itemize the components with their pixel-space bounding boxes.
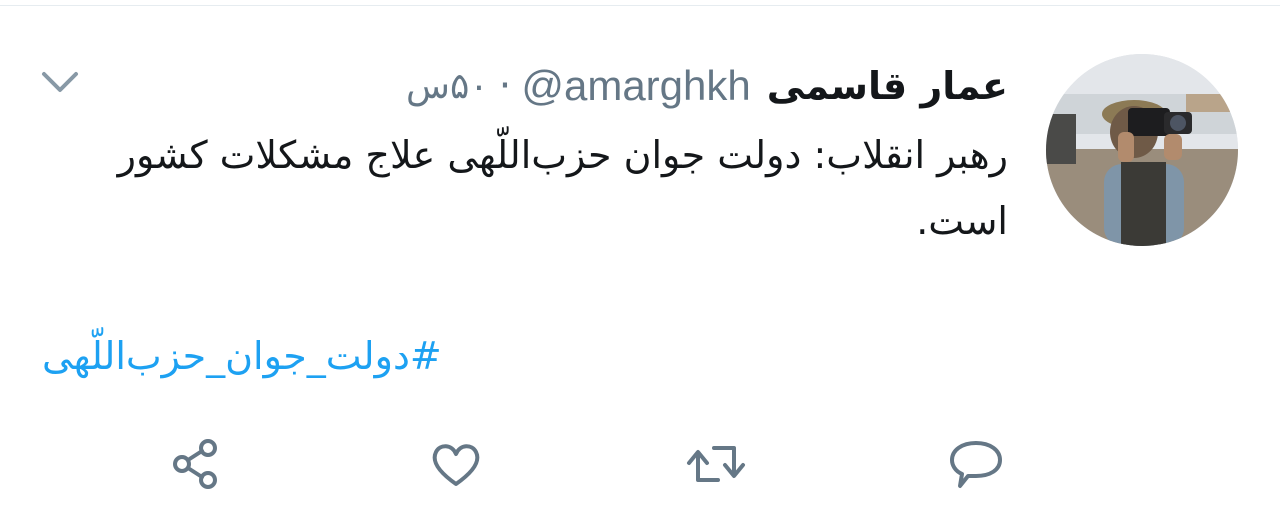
like-button[interactable]	[424, 432, 488, 496]
share-button[interactable]	[164, 432, 228, 496]
tweet-text: رهبر انقلاب: دولت جوان حزب‌اللّهی علاج م…	[117, 133, 1008, 243]
hashtag-link[interactable]: #دولت_جوان_حزب‌اللّهی	[42, 326, 442, 386]
tweet-header: عمار قاسمی @amarghkh · ۵۰س	[406, 58, 1008, 114]
divider	[0, 5, 1280, 6]
chevron-down-icon	[42, 72, 78, 92]
user-handle[interactable]: @amarghkh	[521, 62, 750, 110]
tweet-timestamp[interactable]: ۵۰س	[406, 66, 489, 107]
reply-button[interactable]	[944, 432, 1008, 496]
tweet-menu-button[interactable]	[40, 66, 80, 96]
avatar[interactable]	[1046, 54, 1238, 246]
action-bar	[0, 432, 1280, 496]
retweet-icon	[687, 446, 745, 482]
reply-icon	[950, 441, 1002, 488]
avatar-image	[1046, 54, 1238, 246]
share-icon	[173, 439, 217, 489]
heart-icon	[432, 444, 480, 486]
display-name[interactable]: عمار قاسمی	[767, 64, 1008, 108]
tweet-card: عمار قاسمی @amarghkh · ۵۰س رهبر انقلاب: …	[0, 0, 1280, 531]
separator: ·	[498, 63, 512, 109]
retweet-button[interactable]	[684, 432, 748, 496]
